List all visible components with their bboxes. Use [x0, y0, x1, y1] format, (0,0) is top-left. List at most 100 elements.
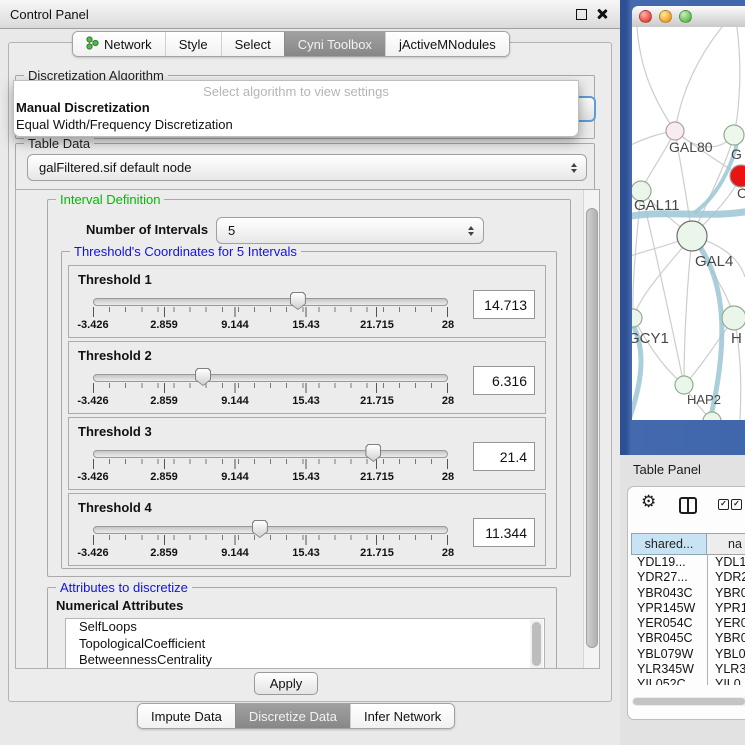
- threshold-slider[interactable]: -3.4262.8599.14415.4321.71528: [93, 370, 448, 410]
- network-node[interactable]: [632, 309, 642, 327]
- tab-jactivemnodules[interactable]: jActiveMNodules: [385, 32, 509, 56]
- tab-cyni-toolbox[interactable]: Cyni Toolbox: [284, 32, 385, 56]
- network-canvas[interactable]: GAL80GCGAL11GAL4GCY1HHAP2: [632, 27, 745, 420]
- tick-label: 21.715: [360, 319, 394, 331]
- network-window-titlebar[interactable]: [632, 6, 745, 28]
- horizontal-scrollbar[interactable]: [632, 697, 745, 706]
- table-row[interactable]: YPR145WYPR1: [631, 601, 745, 616]
- algorithm-combobox[interactable]: [579, 96, 596, 122]
- cell-shared-name: YPR145W: [631, 601, 707, 616]
- threshold-label: Threshold 3: [78, 424, 152, 439]
- table-row[interactable]: YIL052CYIL0: [631, 677, 745, 685]
- table-row[interactable]: YDL19...YDL1: [631, 555, 745, 570]
- numerical-attributes-list[interactable]: SelfLoopsTopologicalCoefficientBetweenne…: [65, 618, 545, 669]
- network-window: GAL80GCGAL11GAL4GCY1HHAP2: [620, 0, 745, 455]
- tick-label: 28: [442, 395, 454, 407]
- node-label: GAL4: [695, 253, 733, 270]
- slider-track[interactable]: [93, 298, 448, 306]
- threshold-value-field[interactable]: 11.344: [473, 518, 535, 547]
- close-icon[interactable]: [596, 8, 608, 20]
- node-label: H: [731, 330, 742, 347]
- table-panel-title: Table Panel: [633, 462, 701, 477]
- columns-icon[interactable]: [679, 497, 697, 514]
- checkbox-icon: ✓: [718, 499, 729, 510]
- tab-label: Network: [104, 37, 152, 52]
- table-row[interactable]: YBR043CYBR0: [631, 586, 745, 601]
- network-node[interactable]: [724, 125, 744, 145]
- cell-shared-name: YDL19...: [631, 555, 707, 570]
- checkbox-icon: ✓: [731, 499, 742, 510]
- scrollbar-thumb[interactable]: [633, 698, 745, 705]
- cell-shared-name: YIL052C: [631, 677, 707, 685]
- threshold-label: Threshold 2: [78, 348, 152, 363]
- slider-track[interactable]: [93, 526, 448, 534]
- node-label: HAP2: [687, 392, 721, 407]
- zoom-button[interactable]: [679, 10, 692, 23]
- threshold-slider[interactable]: -3.4262.8599.14415.4321.71528: [93, 446, 448, 486]
- slider-tick-labels: -3.4262.8599.14415.4321.71528: [93, 395, 448, 407]
- scrollbar-thumb[interactable]: [586, 208, 598, 648]
- algorithm-option[interactable]: Equal Width/Frequency Discretization: [14, 117, 578, 134]
- thresholds-group: Threshold's Coordinates for 5 Intervals …: [61, 251, 557, 569]
- column-header-shared-name[interactable]: shared...: [631, 533, 707, 555]
- table-row[interactable]: YER054CYER0: [631, 616, 745, 631]
- network-node[interactable]: [730, 165, 745, 187]
- cell-name: YPR1: [707, 601, 745, 616]
- slider-ticks: [93, 307, 448, 317]
- table-row[interactable]: YBR045CYBR0: [631, 631, 745, 646]
- numerical-attributes-label: Numerical Attributes: [56, 598, 183, 613]
- network-node[interactable]: [677, 221, 707, 251]
- slider-tick-labels: -3.4262.8599.14415.4321.71528: [93, 471, 448, 483]
- threshold-panel: Threshold 4 -3.4262.8599.14415.4321.71528…: [68, 493, 546, 566]
- vertical-scrollbar[interactable]: [583, 190, 599, 668]
- group-title-attributes: Attributes to discretize: [56, 580, 192, 595]
- slider-track[interactable]: [93, 450, 448, 458]
- table-row[interactable]: YLR345WYLR3: [631, 662, 745, 677]
- select-columns-icon[interactable]: ✓✓: [718, 499, 742, 510]
- tick-label: -3.426: [77, 395, 108, 407]
- tab-style[interactable]: Style: [165, 32, 221, 56]
- tab-discretize-data[interactable]: Discretize Data: [235, 704, 350, 728]
- network-node[interactable]: [722, 306, 745, 330]
- table-data-combobox[interactable]: galFiltered.sif default node: [27, 154, 587, 181]
- cell-name: YIL0: [707, 677, 745, 685]
- float-icon[interactable]: [576, 9, 587, 20]
- tick-label: -3.426: [77, 471, 108, 483]
- minimize-button[interactable]: [659, 10, 672, 23]
- tab-infer-network[interactable]: Infer Network: [350, 704, 454, 728]
- list-scrollbar[interactable]: [530, 620, 543, 669]
- threshold-value-field[interactable]: 6.316: [473, 366, 535, 395]
- group-title-table-data: Table Data: [24, 136, 94, 151]
- table-header: shared... na: [631, 533, 745, 555]
- close-button[interactable]: [639, 10, 652, 23]
- threshold-label: Threshold 4: [78, 500, 152, 515]
- tab-network[interactable]: Network: [73, 32, 165, 56]
- attribute-item[interactable]: BetweennessCentrality: [66, 652, 544, 669]
- threshold-slider[interactable]: -3.4262.8599.14415.4321.71528: [93, 294, 448, 334]
- tab-label: Impute Data: [151, 709, 222, 724]
- tab-impute-data[interactable]: Impute Data: [138, 704, 235, 728]
- column-header-name[interactable]: na: [707, 533, 745, 555]
- intervals-combobox[interactable]: 5: [216, 217, 484, 244]
- apply-button[interactable]: Apply: [254, 672, 318, 695]
- algorithm-option[interactable]: Manual Discretization: [14, 100, 578, 117]
- threshold-list: Threshold 1-3.4262.8599.14415.4321.71528…: [68, 265, 548, 569]
- slider-track[interactable]: [93, 374, 448, 382]
- cell-shared-name: YBR043C: [631, 586, 707, 601]
- table-row[interactable]: YDR27...YDR2: [631, 570, 745, 585]
- tick-label: 15.43: [292, 395, 320, 407]
- threshold-value-field[interactable]: 21.4: [473, 442, 535, 471]
- threshold-slider[interactable]: -3.4262.8599.14415.4321.71528: [93, 522, 448, 562]
- group-title-thresholds: Threshold's Coordinates for 5 Intervals: [70, 244, 301, 259]
- threshold-value-field[interactable]: 14.713: [473, 290, 535, 319]
- table-card: ⚙ ✓✓ shared... na YDL19...YDL1YDR27...YD…: [627, 486, 745, 720]
- tick-label: 2.859: [150, 471, 178, 483]
- slider-ticks: [93, 459, 448, 469]
- tab-select[interactable]: Select: [221, 32, 284, 56]
- attribute-item[interactable]: TopologicalCoefficient: [66, 636, 544, 653]
- gear-icon[interactable]: ⚙: [641, 492, 656, 512]
- attribute-item[interactable]: SelfLoops: [66, 619, 544, 636]
- table-row[interactable]: YBL079WYBL0: [631, 647, 745, 662]
- cell-shared-name: YLR345W: [631, 662, 707, 677]
- network-node[interactable]: [666, 122, 684, 140]
